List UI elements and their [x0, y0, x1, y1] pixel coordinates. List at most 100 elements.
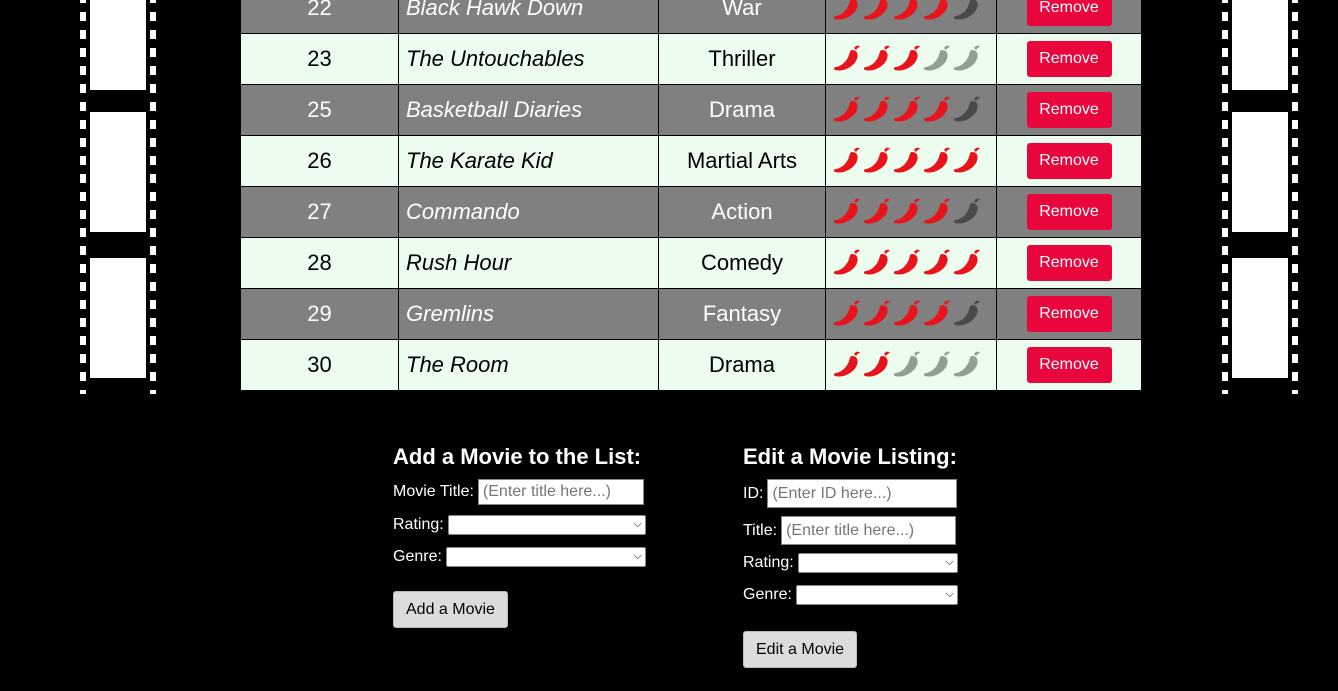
chili-pepper-icon: [892, 297, 922, 331]
movie-action-cell: Remove: [996, 33, 1142, 85]
edit-title-input[interactable]: [781, 516, 957, 545]
movie-id-cell: 22: [240, 0, 399, 34]
chevron-down-icon: ⌵: [945, 588, 954, 600]
chili-pepper-icon: [832, 297, 862, 331]
movie-rating-cell: [825, 186, 997, 238]
movie-genre-cell: Drama: [658, 84, 826, 136]
movie-genre-cell: Drama: [658, 339, 826, 391]
remove-button[interactable]: Remove: [1026, 245, 1112, 281]
edit-movie-button[interactable]: Edit a Movie: [743, 631, 858, 668]
remove-button[interactable]: Remove: [1026, 347, 1112, 383]
edit-rating-select[interactable]: ⌵: [797, 553, 958, 573]
chili-pepper-icon: [832, 42, 862, 76]
edit-id-row: ID:: [743, 479, 1003, 508]
movie-rating-cell: [825, 33, 997, 85]
chili-pepper-icon: [922, 348, 952, 382]
movie-action-cell: Remove: [996, 84, 1142, 136]
table-row: 26 The Karate Kid Martial Arts Remove: [240, 135, 1142, 187]
chili-pepper-icon: [832, 348, 862, 382]
movie-action-cell: Remove: [996, 0, 1142, 34]
add-rating-select[interactable]: ⌵: [447, 515, 646, 535]
edit-id-label: ID:: [743, 484, 764, 502]
chili-pepper-icon: [892, 0, 922, 25]
movie-rating-cell: [825, 0, 997, 34]
movie-rating-cell: [825, 84, 997, 136]
page: 22 Black Hawk Down War Remove 23 The Untoucha…: [0, 0, 1338, 691]
add-movie-button[interactable]: Add a Movie: [393, 591, 508, 628]
add-genre-label: Genre:: [393, 548, 442, 565]
add-genre-row: Genre: ⌵: [393, 547, 653, 567]
movie-action-cell: Remove: [996, 237, 1142, 289]
chili-pepper-icon: [892, 144, 922, 178]
chevron-down-icon: ⌵: [633, 518, 642, 530]
film-strip-decoration-left: [76, 0, 160, 394]
movie-id-cell: 26: [240, 135, 399, 187]
movie-genre-cell: War: [658, 0, 826, 34]
chili-pepper-icon: [922, 93, 952, 127]
movie-genre-cell: Action: [658, 186, 826, 238]
chili-pepper-icon: [862, 93, 892, 127]
table-row: 29 Gremlins Fantasy Remove: [240, 288, 1142, 340]
remove-button[interactable]: Remove: [1026, 194, 1112, 230]
chili-pepper-icon: [862, 42, 892, 76]
chili-pepper-icon: [952, 195, 982, 229]
remove-button[interactable]: Remove: [1026, 143, 1112, 179]
table-row: 28 Rush Hour Comedy Remove: [240, 237, 1142, 289]
table-row: 27 Commando Action Remove: [240, 186, 1142, 238]
chili-pepper-icon: [862, 297, 892, 331]
remove-button[interactable]: Remove: [1026, 0, 1112, 26]
movie-table: 22 Black Hawk Down War Remove 23 The Untoucha…: [240, 0, 1142, 391]
edit-movie-form: Edit a Movie Listing: ID: Title: Rating:…: [743, 443, 1003, 668]
chili-pepper-icon: [862, 144, 892, 178]
edit-genre-select[interactable]: ⌵: [795, 585, 958, 605]
edit-form-heading: Edit a Movie Listing:: [743, 444, 957, 469]
film-strip-icon: [1218, 0, 1302, 394]
chili-pepper-icon: [922, 297, 952, 331]
edit-id-input[interactable]: [767, 479, 958, 508]
chili-pepper-icon: [892, 348, 922, 382]
chevron-down-icon: ⌵: [633, 550, 642, 562]
movie-id-cell: 27: [240, 186, 399, 238]
edit-rating-row: Rating: ⌵: [743, 553, 1003, 573]
movie-title-cell: The Room: [398, 339, 659, 391]
add-rating-label: Rating:: [393, 516, 444, 533]
movie-title-cell: Basketball Diaries: [398, 84, 659, 136]
edit-title-label: Title:: [743, 521, 778, 539]
movie-rating-cell: [825, 135, 997, 187]
chili-pepper-icon: [862, 348, 892, 382]
table-row: 22 Black Hawk Down War Remove: [240, 0, 1142, 34]
table-row: 25 Basketball Diaries Drama Remove: [240, 84, 1142, 136]
movie-title-cell: Commando: [398, 186, 659, 238]
movie-action-cell: Remove: [996, 288, 1142, 340]
movie-rating-cell: [825, 237, 997, 289]
movie-genre-cell: Comedy: [658, 237, 826, 289]
movie-id-cell: 28: [240, 237, 399, 289]
movie-action-cell: Remove: [996, 135, 1142, 187]
movie-genre-cell: Thriller: [658, 33, 826, 85]
chili-pepper-icon: [862, 0, 892, 25]
remove-button[interactable]: Remove: [1026, 92, 1112, 128]
remove-button[interactable]: Remove: [1026, 296, 1112, 332]
chili-pepper-icon: [892, 93, 922, 127]
chili-pepper-icon: [922, 195, 952, 229]
movie-genre-cell: Fantasy: [658, 288, 826, 340]
chili-pepper-icon: [862, 195, 892, 229]
chili-pepper-icon: [952, 0, 982, 25]
add-title-label: Movie Title:: [393, 483, 474, 500]
edit-genre-label: Genre:: [743, 586, 792, 603]
table-row: 23 The Untouchables Thriller Remove: [240, 33, 1142, 85]
remove-button[interactable]: Remove: [1026, 41, 1112, 77]
chili-pepper-icon: [892, 195, 922, 229]
movie-title-cell: The Untouchables: [398, 33, 659, 85]
add-title-input[interactable]: [477, 479, 644, 505]
chili-pepper-icon: [952, 297, 982, 331]
chili-pepper-icon: [832, 195, 862, 229]
add-title-row: Movie Title:: [393, 479, 653, 505]
edit-genre-row: Genre: ⌵: [743, 585, 1003, 605]
chili-pepper-icon: [952, 144, 982, 178]
add-genre-select[interactable]: ⌵: [445, 547, 646, 567]
movie-table-body: 22 Black Hawk Down War Remove 23 The Untoucha…: [240, 0, 1142, 391]
movie-action-cell: Remove: [996, 186, 1142, 238]
movie-rating-cell: [825, 339, 997, 391]
movie-title-cell: Gremlins: [398, 288, 659, 340]
